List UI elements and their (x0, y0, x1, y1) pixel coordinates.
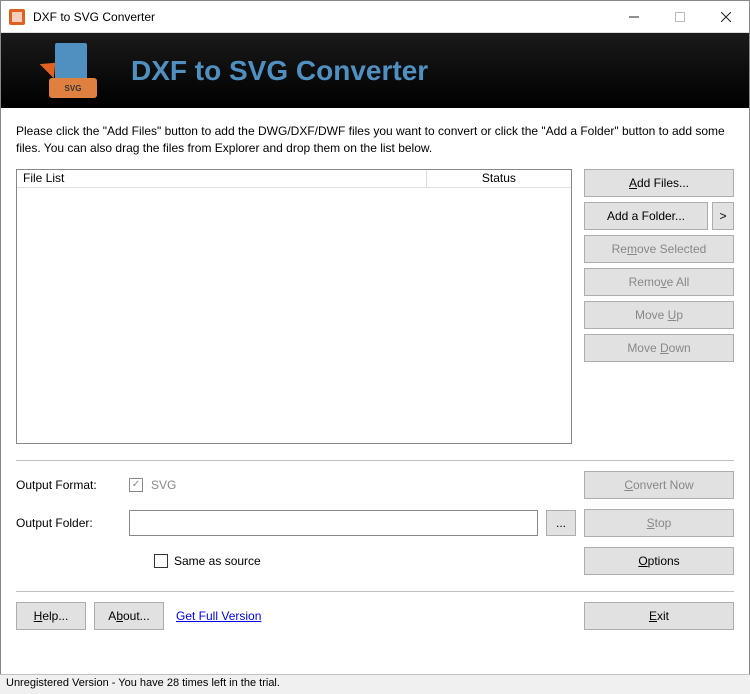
app-icon (9, 9, 25, 25)
about-button[interactable]: About... (94, 602, 164, 630)
divider (16, 460, 734, 461)
window-controls (611, 1, 749, 33)
output-format-value: SVG (151, 478, 176, 492)
banner-icon: SVG (41, 43, 106, 98)
banner: SVG DXF to SVG Converter (1, 33, 749, 108)
output-folder-label: Output Folder: (16, 516, 121, 530)
browse-folder-button[interactable]: ... (546, 510, 576, 536)
instructions-text: Please click the "Add Files" button to a… (16, 123, 734, 157)
add-folder-button[interactable]: Add a Folder... (584, 202, 708, 230)
minimize-button[interactable] (611, 1, 657, 33)
exit-button[interactable]: Exit (584, 602, 734, 630)
maximize-button[interactable] (657, 1, 703, 33)
divider-2 (16, 591, 734, 592)
window-title: DXF to SVG Converter (33, 10, 611, 24)
file-list-header: File List Status (17, 170, 571, 188)
move-down-button[interactable]: Move Down (584, 334, 734, 362)
file-list-col-status[interactable]: Status (427, 170, 571, 187)
titlebar: DXF to SVG Converter (1, 1, 749, 33)
same-as-source-label: Same as source (174, 554, 261, 568)
status-bar: Unregistered Version - You have 28 times… (0, 674, 750, 694)
add-folder-dropdown-button[interactable]: > (712, 202, 734, 230)
output-format-label: Output Format: (16, 478, 121, 492)
help-button[interactable]: Help... (16, 602, 86, 630)
file-list[interactable]: File List Status (16, 169, 572, 444)
options-button[interactable]: Options (584, 547, 734, 575)
side-button-column: Add Files... Add a Folder... > Remove Se… (584, 169, 734, 444)
remove-all-button[interactable]: Remove All (584, 268, 734, 296)
stop-button[interactable]: Stop (584, 509, 734, 537)
convert-now-button[interactable]: Convert Now (584, 471, 734, 499)
same-as-source-checkbox[interactable]: ✓ (154, 554, 168, 568)
get-full-version-link[interactable]: Get Full Version (176, 609, 261, 623)
remove-selected-button[interactable]: Remove Selected (584, 235, 734, 263)
file-list-col-file[interactable]: File List (17, 170, 427, 187)
move-up-button[interactable]: Move Up (584, 301, 734, 329)
add-files-button[interactable]: Add Files... (584, 169, 734, 197)
output-format-checkbox: ✓ (129, 478, 143, 492)
banner-title: DXF to SVG Converter (131, 55, 428, 87)
output-folder-input[interactable] (129, 510, 538, 536)
close-button[interactable] (703, 1, 749, 33)
